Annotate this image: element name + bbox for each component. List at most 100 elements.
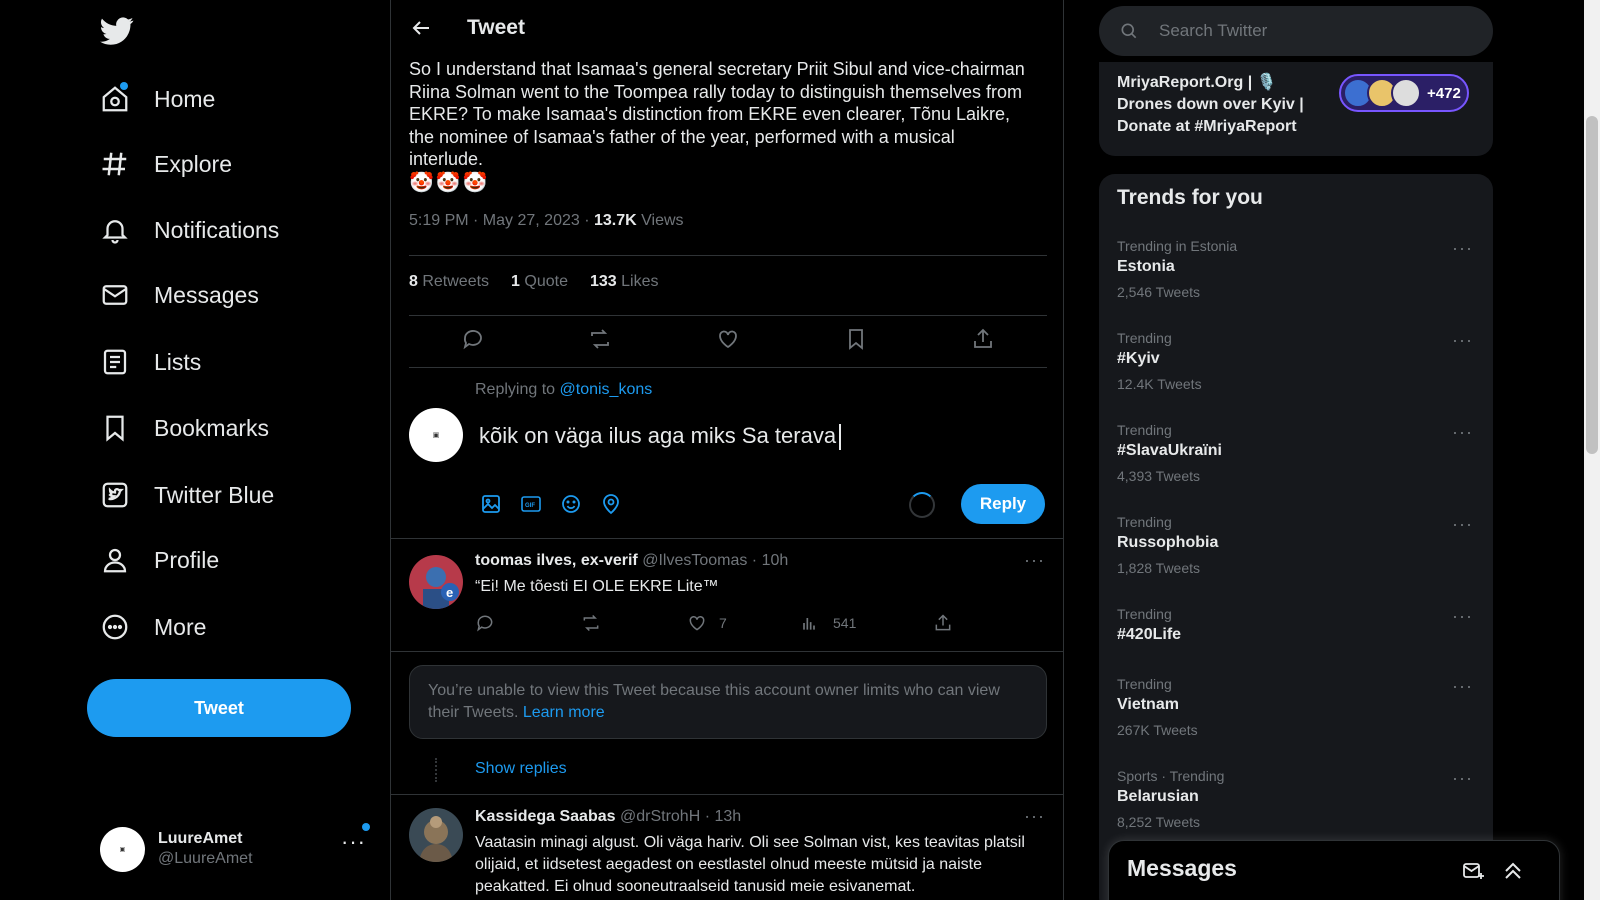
- trend-name: #Kyiv: [1117, 350, 1160, 367]
- account-switcher[interactable]: ▣ LuureAmet @LuureAmet ···: [100, 823, 380, 875]
- more-dots-icon[interactable]: ···: [1452, 768, 1473, 789]
- more-dots-icon[interactable]: ···: [1024, 550, 1045, 571]
- scrollbar-thumb[interactable]: [1586, 116, 1598, 454]
- replying-to: Replying to @tonis_kons: [475, 381, 653, 398]
- expand-chevron-icon[interactable]: [1501, 859, 1525, 883]
- trend-count: 1,828 Tweets: [1117, 560, 1201, 576]
- like-action[interactable]: 7: [687, 613, 799, 633]
- page-scrollbar[interactable]: [1584, 0, 1600, 900]
- retweet-icon[interactable]: [588, 327, 612, 351]
- location-icon[interactable]: [599, 492, 623, 516]
- reply-author-name[interactable]: toomas ilves, ex-verif: [475, 552, 638, 569]
- reply-handle-time[interactable]: @drStrohH · 13h: [616, 808, 741, 825]
- twitter-logo-icon[interactable]: [100, 14, 134, 48]
- reply-action[interactable]: [475, 613, 581, 633]
- tweet-button[interactable]: Tweet: [87, 679, 351, 737]
- share-icon[interactable]: [971, 327, 995, 351]
- avatar[interactable]: [409, 808, 463, 862]
- more-circle-icon: [100, 612, 130, 642]
- quotes-stat[interactable]: 1 Quote: [511, 273, 568, 291]
- nav-explore[interactable]: Explore: [100, 140, 232, 188]
- tweet-text: So I understand that Isamaa's general se…: [409, 59, 1025, 169]
- trend-count: 2,546 Tweets: [1117, 284, 1201, 300]
- nav-lists[interactable]: Lists: [100, 338, 201, 386]
- more-dots-icon[interactable]: ···: [1452, 514, 1473, 535]
- retweet-icon: [583, 614, 599, 632]
- tweet-timestamp[interactable]: 5:19 PM · May 27, 2023 ·: [409, 212, 594, 229]
- right-sidebar: MriyaReport.Org | 🎙️ Drones down over Ky…: [1064, 0, 1584, 900]
- trends-title: Trends for you: [1117, 186, 1263, 209]
- gif-icon[interactable]: GIF: [519, 492, 543, 516]
- bookmark-icon[interactable]: [844, 327, 868, 351]
- page-title: Tweet: [467, 16, 525, 39]
- tweet-meta: 5:19 PM · May 27, 2023 · 13.7K Views: [409, 212, 684, 230]
- reply-input[interactable]: kõik on väga ilus aga miks Sa terava: [479, 423, 842, 451]
- person-icon: [100, 545, 130, 575]
- like-icon[interactable]: [716, 327, 740, 351]
- envelope-icon: [100, 280, 130, 310]
- nav-messages[interactable]: Messages: [100, 271, 259, 319]
- nav-twitter-blue[interactable]: Twitter Blue: [100, 471, 274, 519]
- messages-drawer[interactable]: Messages: [1108, 840, 1560, 900]
- more-dots-icon[interactable]: ···: [1452, 238, 1473, 259]
- reply-icon[interactable]: [461, 327, 485, 351]
- more-dots-icon[interactable]: ···: [1452, 330, 1473, 351]
- more-dots-icon[interactable]: ···: [1024, 806, 1045, 827]
- new-message-icon[interactable]: [1461, 859, 1485, 883]
- nav-profile[interactable]: Profile: [100, 536, 219, 584]
- like-icon: [689, 615, 705, 631]
- reply-header: toomas ilves, ex-verif @IlvesToomas · 10…: [475, 552, 788, 570]
- reply-text: “Ei! Me tõesti EI OLE EKRE Lite™: [475, 578, 719, 595]
- retweets-stat[interactable]: 8 Retweets: [409, 273, 489, 291]
- avatar[interactable]: ▣: [409, 408, 463, 462]
- search-box[interactable]: [1099, 6, 1493, 56]
- learn-more-link[interactable]: Learn more: [523, 704, 605, 721]
- hashtag-icon: [100, 149, 130, 179]
- nav-label: Bookmarks: [154, 414, 270, 441]
- divider: [409, 255, 1047, 256]
- views-action[interactable]: 541: [799, 613, 933, 633]
- emoji-icon[interactable]: [559, 492, 583, 516]
- nav-label: Twitter Blue: [154, 481, 275, 508]
- home-icon: [100, 82, 130, 114]
- listener-avatar: [1391, 78, 1421, 108]
- trend-context: Trending: [1117, 330, 1172, 346]
- nav-label: More: [154, 613, 207, 640]
- image-icon[interactable]: [479, 492, 503, 516]
- live-space-card[interactable]: MriyaReport.Org | 🎙️ Drones down over Ky…: [1099, 62, 1493, 156]
- search-input[interactable]: [1159, 21, 1459, 41]
- trend-count: 4,393 Tweets: [1117, 468, 1201, 484]
- nav-label: Notifications: [154, 216, 280, 243]
- listener-count: +472: [1427, 84, 1461, 102]
- back-arrow-icon[interactable]: [409, 16, 433, 40]
- nav-home[interactable]: Home: [100, 75, 215, 123]
- likes-stat[interactable]: 133 Likes: [590, 273, 659, 291]
- nav-bookmarks[interactable]: Bookmarks: [100, 404, 269, 452]
- nav-label: Home: [154, 85, 216, 112]
- space-listeners-pill[interactable]: +472: [1339, 74, 1469, 112]
- more-dots-icon[interactable]: ···: [1452, 422, 1473, 443]
- page-header: Tweet: [391, 0, 1063, 56]
- divider: [409, 367, 1047, 368]
- avatar[interactable]: e: [409, 555, 463, 609]
- avatar: ▣: [100, 826, 145, 872]
- retweet-action[interactable]: [581, 613, 687, 633]
- nav-more[interactable]: More: [100, 603, 206, 651]
- reply-button[interactable]: Reply: [961, 484, 1045, 524]
- notification-dot: [120, 82, 128, 90]
- reply-author-name[interactable]: Kassidega Saabas: [475, 808, 616, 825]
- nav-label: Lists: [154, 348, 202, 375]
- reply-icon: [477, 615, 493, 632]
- thread-connector: [435, 758, 437, 782]
- more-dots-icon[interactable]: ···: [1452, 676, 1473, 697]
- nav-notifications[interactable]: Notifications: [100, 206, 279, 254]
- reply-handle-time[interactable]: @IlvesToomas · 10h: [638, 552, 788, 569]
- share-action[interactable]: [933, 613, 953, 633]
- tweet-stats: 8 Retweets 1 Quote 133 Likes: [409, 273, 658, 291]
- trend-name: #420Life: [1117, 626, 1182, 643]
- show-replies-link[interactable]: Show replies: [475, 760, 567, 778]
- trend-name: Estonia: [1117, 258, 1175, 275]
- views-count: 541: [833, 615, 857, 631]
- more-dots-icon[interactable]: ···: [1452, 606, 1473, 627]
- replying-to-handle-link[interactable]: @tonis_kons: [560, 381, 653, 398]
